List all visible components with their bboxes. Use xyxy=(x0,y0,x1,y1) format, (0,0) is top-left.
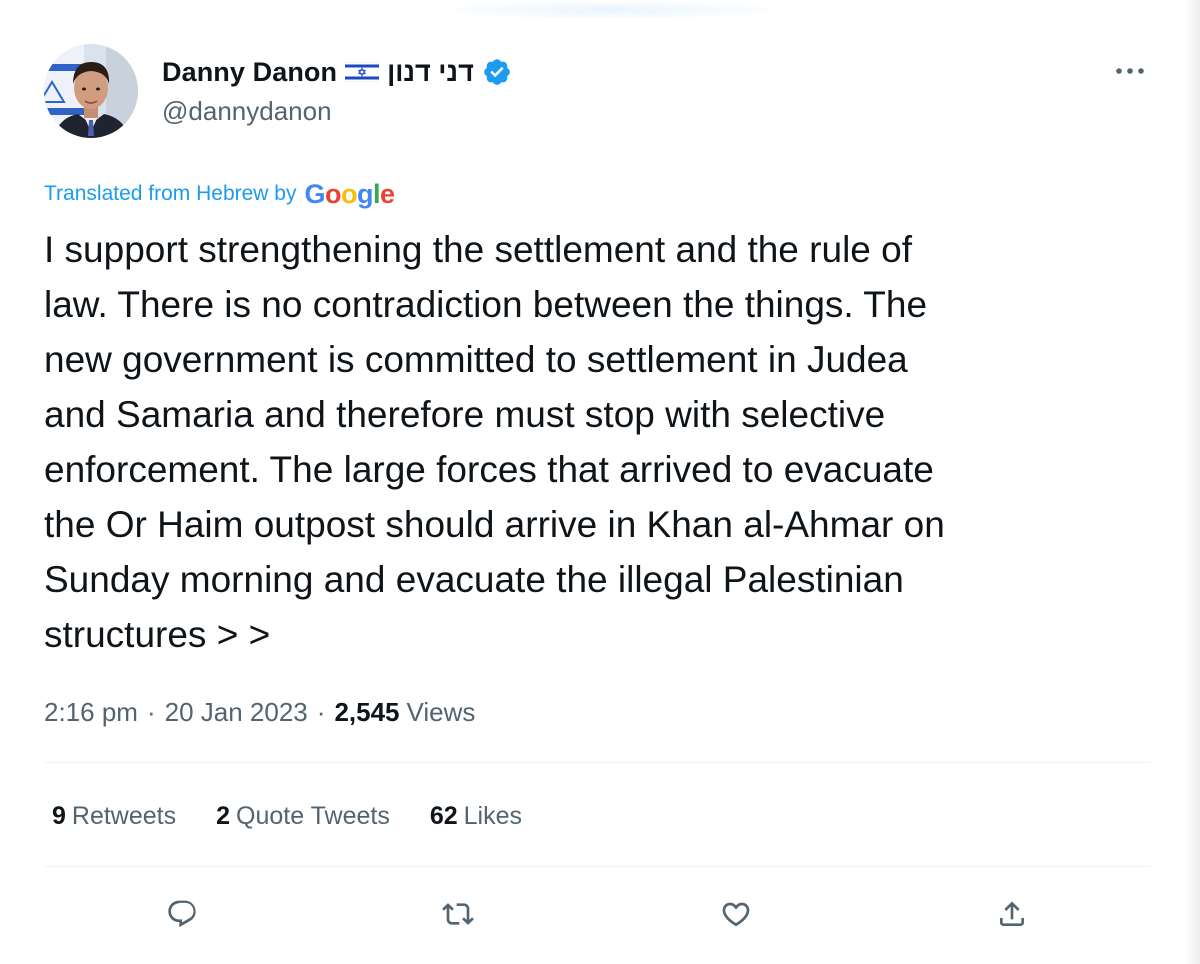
avatar-photo xyxy=(44,44,138,138)
retweets-stat[interactable]: 9 Retweets xyxy=(52,802,176,831)
likes-label: Likes xyxy=(463,801,523,830)
verified-badge-icon[interactable] xyxy=(482,57,512,87)
more-dots-icon xyxy=(1116,68,1144,74)
tweet-meta: 2:16 pm · 20 Jan 2023 · 2,545 Views xyxy=(44,692,475,732)
share-icon xyxy=(1000,901,1024,926)
avatar[interactable] xyxy=(44,44,138,138)
quote-tweets-label: Quote Tweets xyxy=(236,801,390,830)
meta-separator: · xyxy=(146,696,156,727)
meta-separator: · xyxy=(316,696,326,727)
reply-button[interactable] xyxy=(156,888,208,940)
likes-count: 62 xyxy=(429,801,458,830)
quote-tweets-count: 2 xyxy=(216,801,231,830)
tweet-time[interactable]: 2:16 pm xyxy=(44,697,138,728)
more-options-button[interactable] xyxy=(1108,56,1152,86)
translation-notice: Translated from Hebrew by Google xyxy=(44,176,395,212)
retweet-button[interactable] xyxy=(432,888,484,940)
tweet-page: Danny Danon דני דנון @dannydanon Transla… xyxy=(0,0,1200,964)
retweets-count: 9 xyxy=(52,801,66,830)
action-bar xyxy=(44,888,1151,940)
google-letter-o1: o xyxy=(325,178,342,209)
google-letter-g: G xyxy=(304,178,325,209)
google-logo[interactable]: Google xyxy=(304,178,395,209)
author-hebrew-name[interactable]: דני דנון xyxy=(387,57,474,88)
google-letter-o2: o xyxy=(341,178,358,209)
heart-icon xyxy=(722,902,750,927)
author-handle[interactable]: @dannydanon xyxy=(162,96,332,127)
like-button[interactable] xyxy=(710,888,762,940)
divider-bottom xyxy=(44,866,1151,867)
top-glow-decoration xyxy=(420,0,800,20)
tweet-text: I support strengthening the settlement a… xyxy=(44,229,945,655)
likes-stat[interactable]: 62 Likes xyxy=(430,802,522,831)
engagement-stats: 9 Retweets 2 Quote Tweets 62 Likes xyxy=(52,796,522,836)
views-count: 2,545 xyxy=(334,696,400,727)
google-letter-g2: g xyxy=(357,178,374,209)
quote-tweets-stat[interactable]: 2 Quote Tweets xyxy=(216,802,390,831)
author-display-name[interactable]: Danny Danon xyxy=(162,57,337,88)
google-letter-e: e xyxy=(380,178,395,209)
translated-from-link[interactable]: Translated from Hebrew by xyxy=(44,182,296,206)
israel-flag-icon xyxy=(344,61,380,83)
views-label: Views xyxy=(406,696,476,727)
divider-top xyxy=(44,762,1151,763)
google-letter-l: l xyxy=(373,178,381,209)
author-name-row[interactable]: Danny Danon דני דנון xyxy=(162,52,512,92)
share-button[interactable] xyxy=(986,888,1038,940)
reply-icon xyxy=(168,900,196,928)
right-edge-shadow xyxy=(1186,0,1200,964)
tweet-date[interactable]: 20 Jan 2023 xyxy=(165,697,308,728)
retweets-label: Retweets xyxy=(71,801,177,830)
retweet-icon xyxy=(442,903,474,925)
